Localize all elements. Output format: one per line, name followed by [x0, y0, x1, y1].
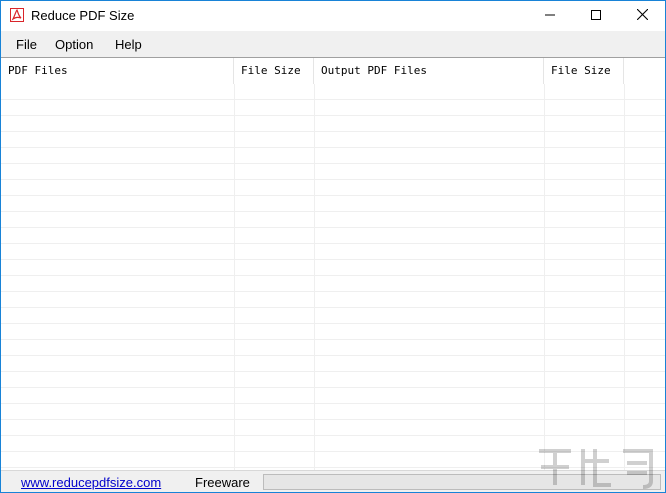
window-title: Reduce PDF Size: [31, 8, 135, 23]
menu-help[interactable]: Help: [115, 37, 142, 52]
close-button[interactable]: [619, 1, 665, 31]
pdf-app-icon: [10, 8, 24, 22]
column-divider: [544, 58, 545, 471]
column-header-pdf-files[interactable]: PDF Files: [1, 58, 234, 84]
close-icon: [636, 7, 648, 25]
website-link[interactable]: www.reducepdfsize.com: [21, 475, 161, 490]
watermark-logo: [539, 449, 653, 489]
title-bar[interactable]: Reduce PDF Size: [1, 1, 665, 31]
license-label: Freeware: [195, 475, 250, 490]
menu-bar: File Option Help: [1, 31, 665, 57]
column-divider: [624, 58, 625, 471]
column-header-output-file-size[interactable]: File Size: [544, 58, 624, 84]
menu-file[interactable]: File: [16, 37, 37, 52]
app-window: Reduce PDF Size File Option Help PDF Fil…: [0, 0, 666, 493]
column-divider: [314, 58, 315, 471]
menu-option[interactable]: Option: [55, 37, 93, 52]
maximize-button[interactable]: [573, 1, 619, 31]
column-header-filler: [624, 58, 665, 84]
column-divider: [234, 58, 235, 471]
pdf-file-list[interactable]: PDF Files File Size Output PDF Files Fil…: [1, 57, 665, 471]
maximize-icon: [591, 7, 601, 25]
minimize-icon: [545, 7, 555, 25]
list-header: PDF Files File Size Output PDF Files Fil…: [1, 58, 665, 84]
column-header-output-pdf-files[interactable]: Output PDF Files: [314, 58, 544, 84]
column-header-file-size[interactable]: File Size: [234, 58, 314, 84]
minimize-button[interactable]: [527, 1, 573, 31]
list-grid: [1, 84, 665, 471]
